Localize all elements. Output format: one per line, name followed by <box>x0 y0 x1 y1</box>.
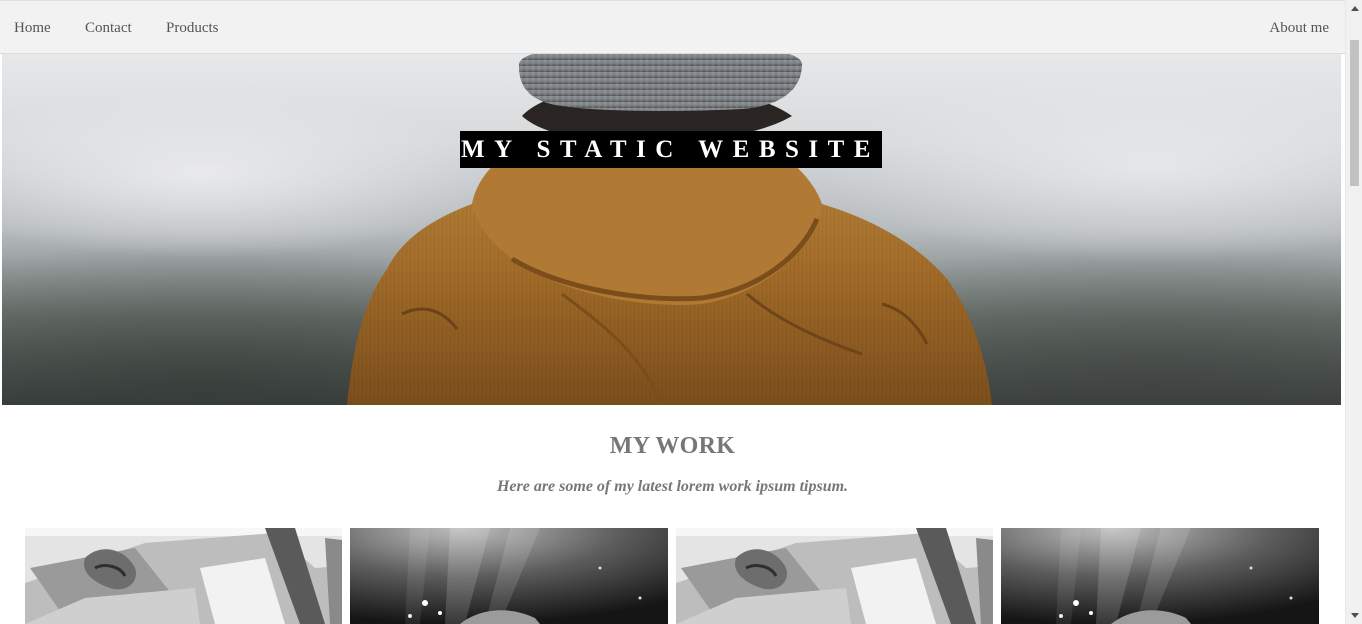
gallery-image-couple-van-2[interactable] <box>676 528 993 624</box>
nav-products-link[interactable]: Products <box>166 19 219 37</box>
nav-contact-link[interactable]: Contact <box>85 19 132 37</box>
couple-van-image <box>676 528 993 624</box>
nav-about-link[interactable]: About me <box>1269 19 1329 37</box>
page-scrollbar[interactable] <box>1345 0 1362 624</box>
nav-home-link[interactable]: Home <box>14 19 51 37</box>
underwater-image <box>1001 528 1319 624</box>
gallery-image-underwater[interactable] <box>350 528 668 624</box>
my-work-subtitle: Here are some of my latest lorem work ip… <box>496 478 849 495</box>
top-navbar: Home Contact Products About me <box>0 0 1345 54</box>
my-work-heading: MY WORK <box>609 433 736 459</box>
hero-banner: MY STATIC WEBSITE <box>2 54 1341 405</box>
site-title: MY STATIC WEBSITE <box>460 131 882 168</box>
couple-van-image <box>25 528 342 624</box>
underwater-image <box>350 528 668 624</box>
gallery-image-couple-van[interactable] <box>25 528 342 624</box>
scroll-up-arrow-icon[interactable] <box>1346 0 1362 17</box>
work-gallery <box>25 528 1319 624</box>
gallery-image-underwater-2[interactable] <box>1001 528 1319 624</box>
hero-person-image <box>347 54 992 405</box>
scrollbar-thumb[interactable] <box>1350 40 1359 186</box>
scroll-down-arrow-icon[interactable] <box>1346 607 1362 624</box>
